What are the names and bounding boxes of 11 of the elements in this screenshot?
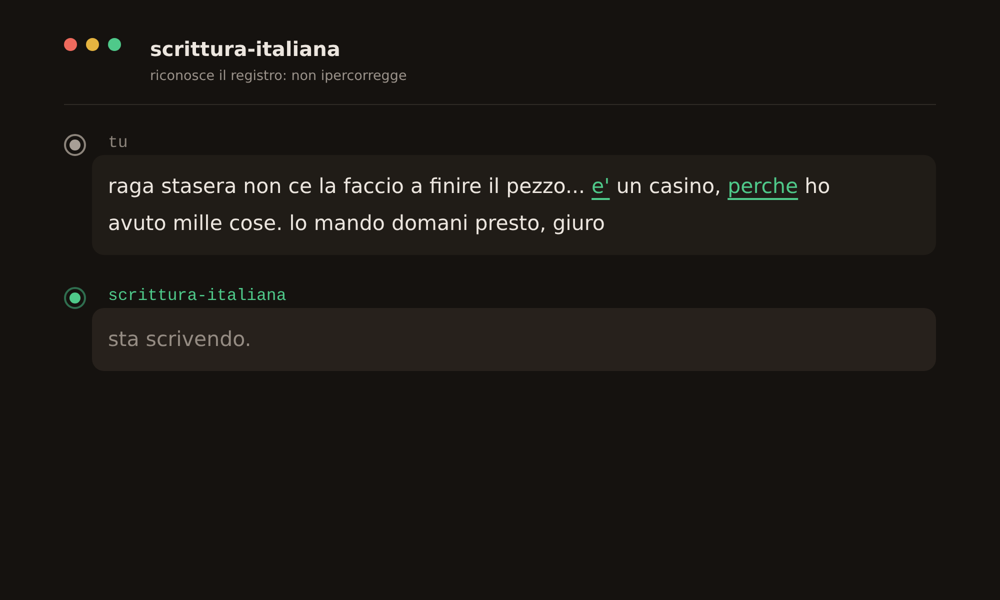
window-dot-icon[interactable]	[86, 38, 99, 51]
message-text: sta scrivendo.	[108, 326, 252, 353]
message-text: raga stasera non ce la faccio a finire il pezzo... e' un casino, perche ho avuto mille cose. lo mando domani presto, giuro	[108, 173, 832, 237]
highlighted-word: e'	[592, 174, 610, 198]
message-author: scrittura-italiana	[108, 286, 286, 306]
window-dot-icon[interactable]	[108, 38, 121, 51]
window-title: scrittura-italiana	[150, 36, 342, 63]
message-author: tu	[108, 133, 128, 153]
window-dot-icon[interactable]	[64, 38, 77, 51]
window-subtitle: riconosce il registro: non ipercorregge	[150, 67, 407, 86]
highlighted-word: perche	[728, 174, 798, 198]
